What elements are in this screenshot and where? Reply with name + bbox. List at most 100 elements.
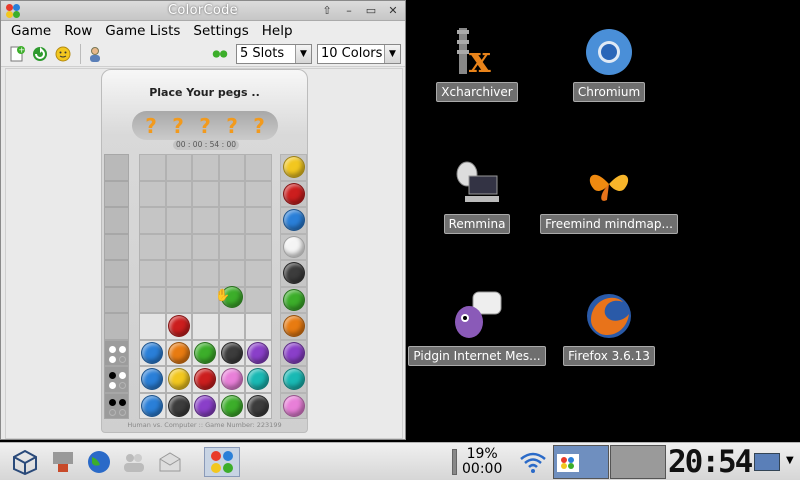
peg-slot — [192, 233, 219, 260]
desktop-icon-freemind[interactable]: Freemind mindmap... — [539, 158, 679, 234]
peg-slot — [245, 392, 272, 419]
chevron-down-icon[interactable]: ▼ — [786, 455, 794, 466]
dark-peg — [220, 341, 243, 364]
teal-peg — [247, 368, 270, 391]
wifi-icon[interactable] — [518, 447, 548, 477]
peg-slot[interactable] — [192, 313, 219, 340]
hint-pin — [109, 382, 116, 389]
desktop-icon-firefox[interactable]: Firefox 3.6.13 — [539, 290, 679, 366]
desktop-icon-remmina[interactable]: Remmina — [407, 158, 547, 234]
peg-slot[interactable] — [218, 313, 245, 340]
window-up-button[interactable]: ⇧ — [317, 2, 337, 19]
workspace-pager-1[interactable] — [553, 445, 609, 479]
workspace-pager-2[interactable] — [610, 445, 666, 479]
peg-slot — [218, 233, 245, 260]
player-icon[interactable] — [85, 44, 105, 64]
hint-pin — [119, 382, 126, 389]
hint-box — [104, 207, 129, 234]
palette-slot[interactable] — [280, 339, 307, 366]
hint-pin — [119, 372, 126, 379]
toolbar: + 5 Slots ▼ 10 Colors ▼ — [1, 41, 405, 67]
palette-dark-peg[interactable] — [282, 262, 305, 285]
close-button[interactable]: ✕ — [383, 2, 403, 19]
palette-slot[interactable] — [280, 154, 307, 181]
peg-slot — [218, 207, 245, 234]
game-timer: 00 : 00 : 54 : 00 — [173, 140, 239, 150]
menu-game-lists[interactable]: Game Lists — [105, 23, 180, 39]
red-peg — [194, 368, 217, 391]
maximize-button[interactable]: ▭ — [361, 2, 381, 19]
colorcode-task-button[interactable] — [204, 447, 240, 477]
palette-red-peg[interactable] — [282, 182, 305, 205]
palette-blue-peg[interactable] — [282, 209, 305, 232]
menu-row[interactable]: Row — [64, 23, 92, 39]
palette-teal-peg[interactable] — [282, 368, 305, 391]
battery-status[interactable]: 19% 00:00 — [462, 447, 502, 477]
globe-icon[interactable] — [84, 447, 114, 477]
peg-slot — [139, 180, 166, 207]
palette-white-peg[interactable] — [282, 235, 305, 258]
mail-icon[interactable] — [155, 447, 185, 477]
peg-slot — [245, 207, 272, 234]
palette-yellow-peg[interactable] — [282, 156, 305, 179]
peg-slot — [218, 392, 245, 419]
palette-slot[interactable] — [280, 313, 307, 340]
menu-cube-icon[interactable] — [10, 447, 40, 477]
menu-settings[interactable]: Settings — [193, 23, 248, 39]
palette-green-peg[interactable] — [282, 288, 305, 311]
palette-slot[interactable] — [280, 392, 307, 419]
palette-purple-peg[interactable] — [282, 341, 305, 364]
peg-slot[interactable] — [139, 313, 166, 340]
clock[interactable]: 20:54 — [668, 446, 753, 478]
battery-time: 00:00 — [462, 461, 503, 477]
new-game-icon[interactable]: + — [7, 44, 27, 64]
restart-icon[interactable] — [30, 44, 50, 64]
battery-percent: 19% — [466, 446, 498, 462]
desktop-icon-chromium[interactable]: Chromium — [539, 26, 679, 102]
svg-text:x: x — [469, 39, 491, 78]
hint-pin — [109, 372, 116, 379]
peg-slot — [165, 286, 192, 313]
peg-slot[interactable] — [245, 313, 272, 340]
hint-pin — [109, 345, 116, 353]
desktop-icon-pidgin[interactable]: Pidgin Internet Mes... — [407, 290, 547, 366]
board-row — [104, 339, 307, 366]
desktop-icon-label: Xcharchiver — [436, 82, 518, 102]
hint-box — [104, 260, 129, 287]
board-row — [104, 260, 307, 287]
palette-orange-peg[interactable] — [282, 315, 305, 338]
hint-smiley-icon[interactable] — [53, 44, 73, 64]
peg-slot — [245, 260, 272, 287]
secret-peg: ? — [172, 113, 184, 138]
secret-peg: ? — [253, 113, 265, 138]
palette-slot[interactable] — [280, 366, 307, 393]
palette-slot[interactable] — [280, 233, 307, 260]
palette-slot[interactable] — [280, 286, 307, 313]
palette-pink-peg[interactable] — [282, 394, 305, 417]
peg-slot — [165, 339, 192, 366]
peg-slot[interactable] — [165, 313, 192, 340]
slots-select[interactable]: 5 Slots ▼ — [236, 44, 312, 64]
title-bar[interactable]: ColorCode ⇧ – ▭ ✕ — [1, 1, 405, 21]
board-row — [104, 180, 307, 207]
colors-select[interactable]: 10 Colors ▼ — [317, 44, 401, 64]
peg-slot — [139, 260, 166, 287]
red-peg[interactable] — [167, 315, 190, 338]
menu-game[interactable]: Game — [11, 23, 51, 39]
board-row[interactable] — [104, 313, 307, 340]
hint-pin — [119, 408, 126, 416]
colors-select-value: 10 Colors — [321, 46, 383, 61]
tools-icon[interactable] — [48, 447, 78, 477]
colorcode-window: ColorCode ⇧ – ▭ ✕ Game Row Game Lists Se… — [0, 0, 406, 440]
peg-slot — [192, 339, 219, 366]
palette-slot[interactable] — [280, 207, 307, 234]
menu-help[interactable]: Help — [262, 23, 293, 39]
palette-slot[interactable] — [280, 260, 307, 287]
minimize-button[interactable]: – — [339, 2, 359, 19]
users-icon[interactable] — [119, 447, 149, 477]
palette-slot[interactable] — [280, 180, 307, 207]
show-desktop-icon[interactable] — [754, 453, 780, 471]
desktop-icon-label: Remmina — [443, 214, 511, 234]
peg-slot — [192, 180, 219, 207]
desktop-icon-xarchiver[interactable]: x Xcharchiver — [407, 26, 547, 102]
